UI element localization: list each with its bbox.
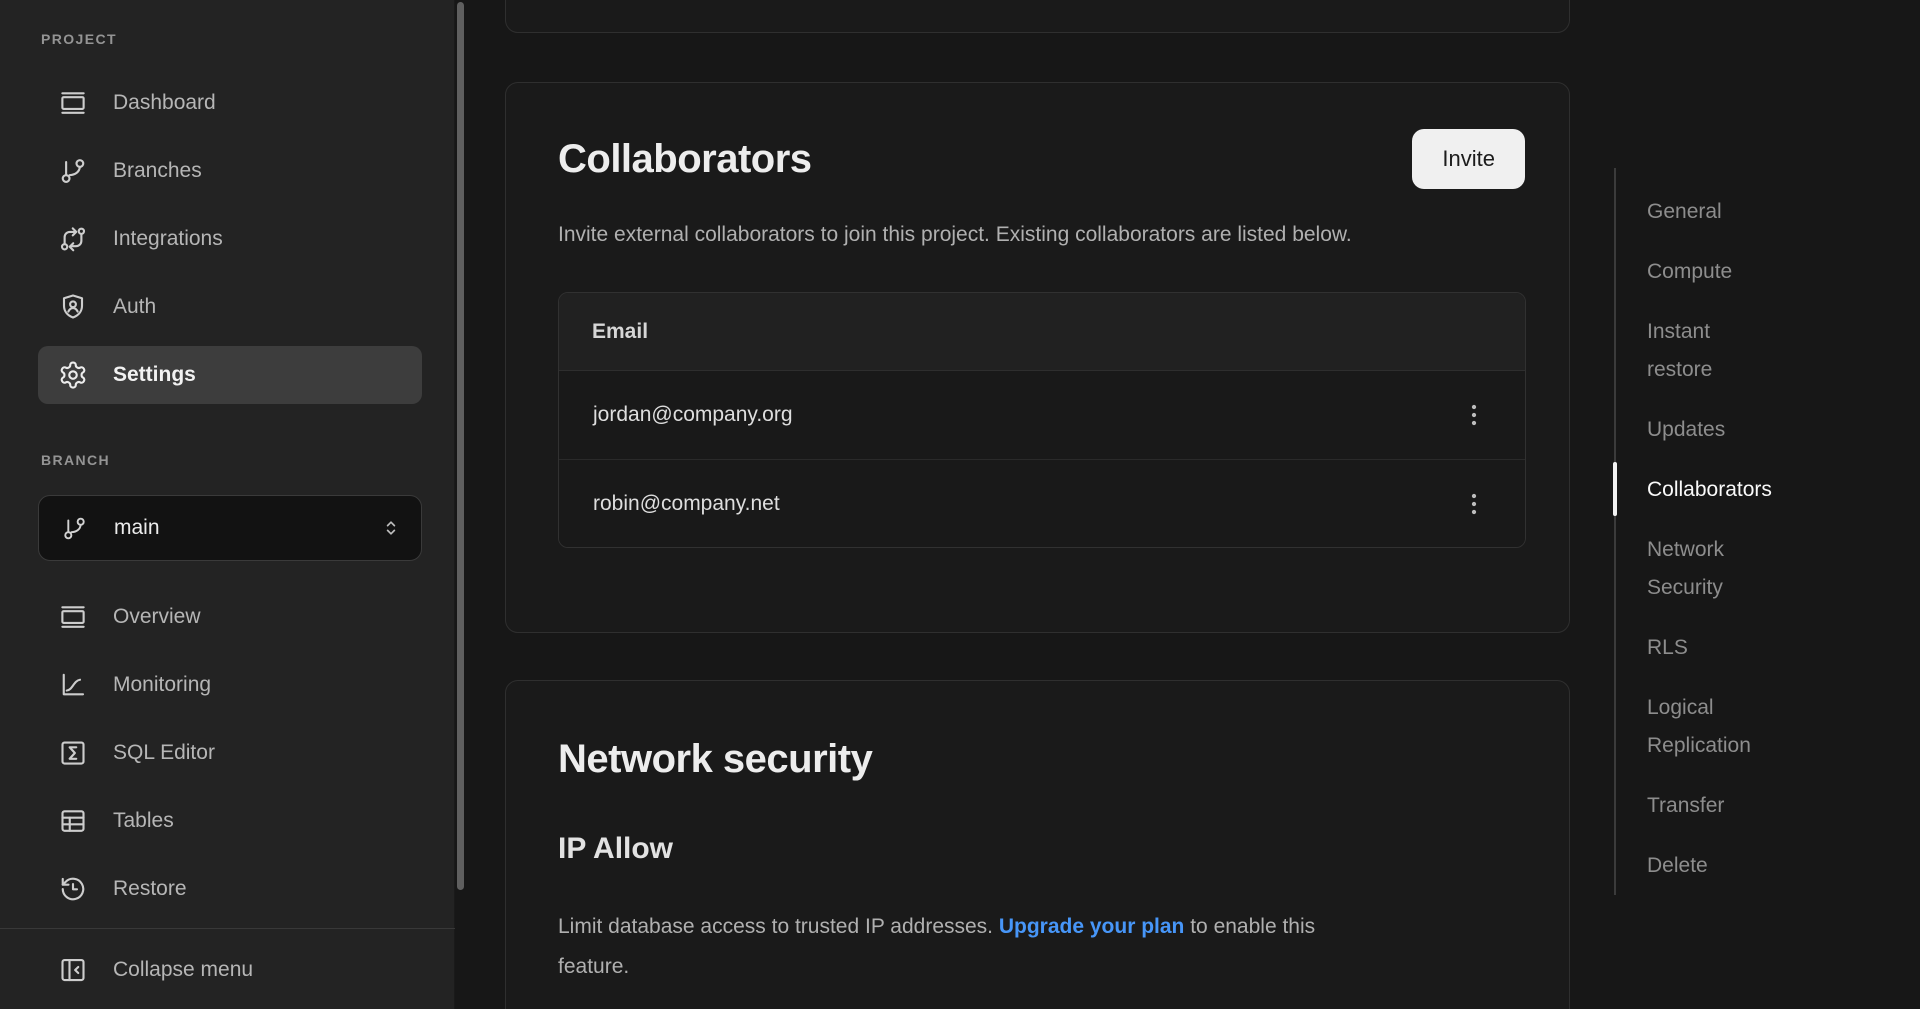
branch-section-label: BRANCH — [41, 452, 110, 468]
sidebar-item[interactable]: Settings — [38, 346, 422, 404]
sidebar-item[interactable]: SQL Editor — [38, 724, 422, 782]
anchor-link[interactable]: Delete — [1647, 847, 1897, 885]
sidebar-item[interactable]: Overview — [38, 588, 422, 646]
ip-allow-description: Limit database access to trusted IP addr… — [558, 907, 1358, 987]
branch-selector-value: main — [114, 516, 353, 540]
anchor-link[interactable]: Logical Replication — [1647, 689, 1897, 765]
branch-nav: Overview Monitoring SQL Editor Tables Re… — [38, 588, 422, 918]
anchor-nav-list: General Compute Instant restore Updates Coll… — [1647, 193, 1897, 885]
sidebar-footer: Collapse menu — [0, 928, 455, 1009]
settings-anchor-nav: General Compute Instant restore Updates Coll… — [1614, 0, 1914, 1009]
ip-allow-title: IP Allow — [558, 827, 1525, 871]
dashboard-icon — [58, 88, 88, 118]
anchor-link[interactable]: Instant restore — [1647, 313, 1897, 389]
collapse-menu-button[interactable]: Collapse menu — [38, 941, 422, 999]
upgrade-plan-link[interactable]: Upgrade your plan — [999, 915, 1185, 938]
collaborators-table: Email jordan@company.org robin@company.n… — [558, 292, 1526, 548]
anchor-nav-track — [1614, 168, 1616, 895]
gear-icon — [58, 360, 88, 390]
collaborator-email: jordan@company.org — [593, 403, 793, 427]
chevrons-up-down-icon — [379, 516, 403, 540]
sidebar-item-label: Restore — [113, 877, 187, 901]
invite-button[interactable]: Invite — [1412, 129, 1525, 189]
sidebar-item[interactable]: Monitoring — [38, 656, 422, 714]
sidebar-item-label: Auth — [113, 295, 156, 319]
sidebar-item[interactable]: Branches — [38, 142, 422, 200]
collapse-menu-label: Collapse menu — [113, 958, 253, 982]
collaborator-email: robin@company.net — [593, 492, 780, 516]
description-text: Limit database access to trusted IP addr… — [558, 915, 999, 938]
collaborators-description: Invite external collaborators to join th… — [558, 215, 1368, 255]
git-branch-icon — [61, 515, 88, 542]
sidebar-item-label: Overview — [113, 605, 201, 629]
sidebar-item[interactable]: Restore — [38, 860, 422, 918]
collaborators-card: Collaborators Invite Invite external col… — [505, 82, 1570, 633]
anchor-link[interactable]: Updates — [1647, 411, 1897, 449]
overview-icon — [58, 602, 88, 632]
sidebar-item[interactable]: Integrations — [38, 210, 422, 268]
sidebar-scrollbar[interactable] — [457, 2, 464, 890]
git-branch-icon — [58, 156, 88, 186]
table-body: jordan@company.org robin@company.net — [559, 371, 1525, 547]
anchor-link[interactable]: Network Security — [1647, 531, 1897, 607]
anchor-link[interactable]: Transfer — [1647, 787, 1897, 825]
branch-selector[interactable]: main — [38, 495, 422, 561]
sql-editor-icon — [58, 738, 88, 768]
anchor-nav-active-marker — [1613, 462, 1617, 516]
sidebar-item[interactable]: Tables — [38, 792, 422, 850]
sidebar-item-label: Settings — [113, 363, 196, 387]
anchor-link[interactable]: Compute — [1647, 253, 1897, 291]
sidebar-item-label: Integrations — [113, 227, 223, 251]
monitoring-icon — [58, 670, 88, 700]
sidebar: PROJECT Dashboard Branches Integrations … — [0, 0, 455, 1009]
integrations-icon — [58, 224, 88, 254]
sidebar-item-label: Monitoring — [113, 673, 211, 697]
project-section-label: PROJECT — [41, 31, 117, 47]
network-security-card: Network security IP Allow Limit database… — [505, 680, 1570, 1009]
collaborator-row: jordan@company.org — [559, 371, 1525, 459]
sidebar-item-label: Dashboard — [113, 91, 216, 115]
collapse-panel-icon — [58, 955, 88, 985]
sidebar-item-label: SQL Editor — [113, 741, 215, 765]
network-security-title: Network security — [558, 729, 1525, 789]
auth-shield-icon — [58, 292, 88, 322]
sidebar-item[interactable]: Auth — [38, 278, 422, 336]
restore-icon — [58, 874, 88, 904]
anchor-link[interactable]: RLS — [1647, 629, 1897, 667]
sidebar-item-label: Tables — [113, 809, 174, 833]
project-nav: Dashboard Branches Integrations Auth Set… — [38, 74, 422, 404]
collaborator-row: robin@company.net — [559, 459, 1525, 547]
collaborators-title: Collaborators — [558, 129, 812, 189]
tables-icon — [58, 806, 88, 836]
anchor-link[interactable]: General — [1647, 193, 1897, 231]
anchor-link[interactable]: Collaborators — [1647, 471, 1897, 509]
row-menu-button[interactable] — [1459, 400, 1489, 430]
table-header-email: Email — [559, 293, 1525, 371]
sidebar-item-label: Branches — [113, 159, 202, 183]
sidebar-item[interactable]: Dashboard — [38, 74, 422, 132]
kebab-menu-icon — [1459, 489, 1489, 519]
kebab-menu-icon — [1459, 400, 1489, 430]
row-menu-button[interactable] — [1459, 489, 1489, 519]
previous-card-partial — [505, 0, 1570, 33]
